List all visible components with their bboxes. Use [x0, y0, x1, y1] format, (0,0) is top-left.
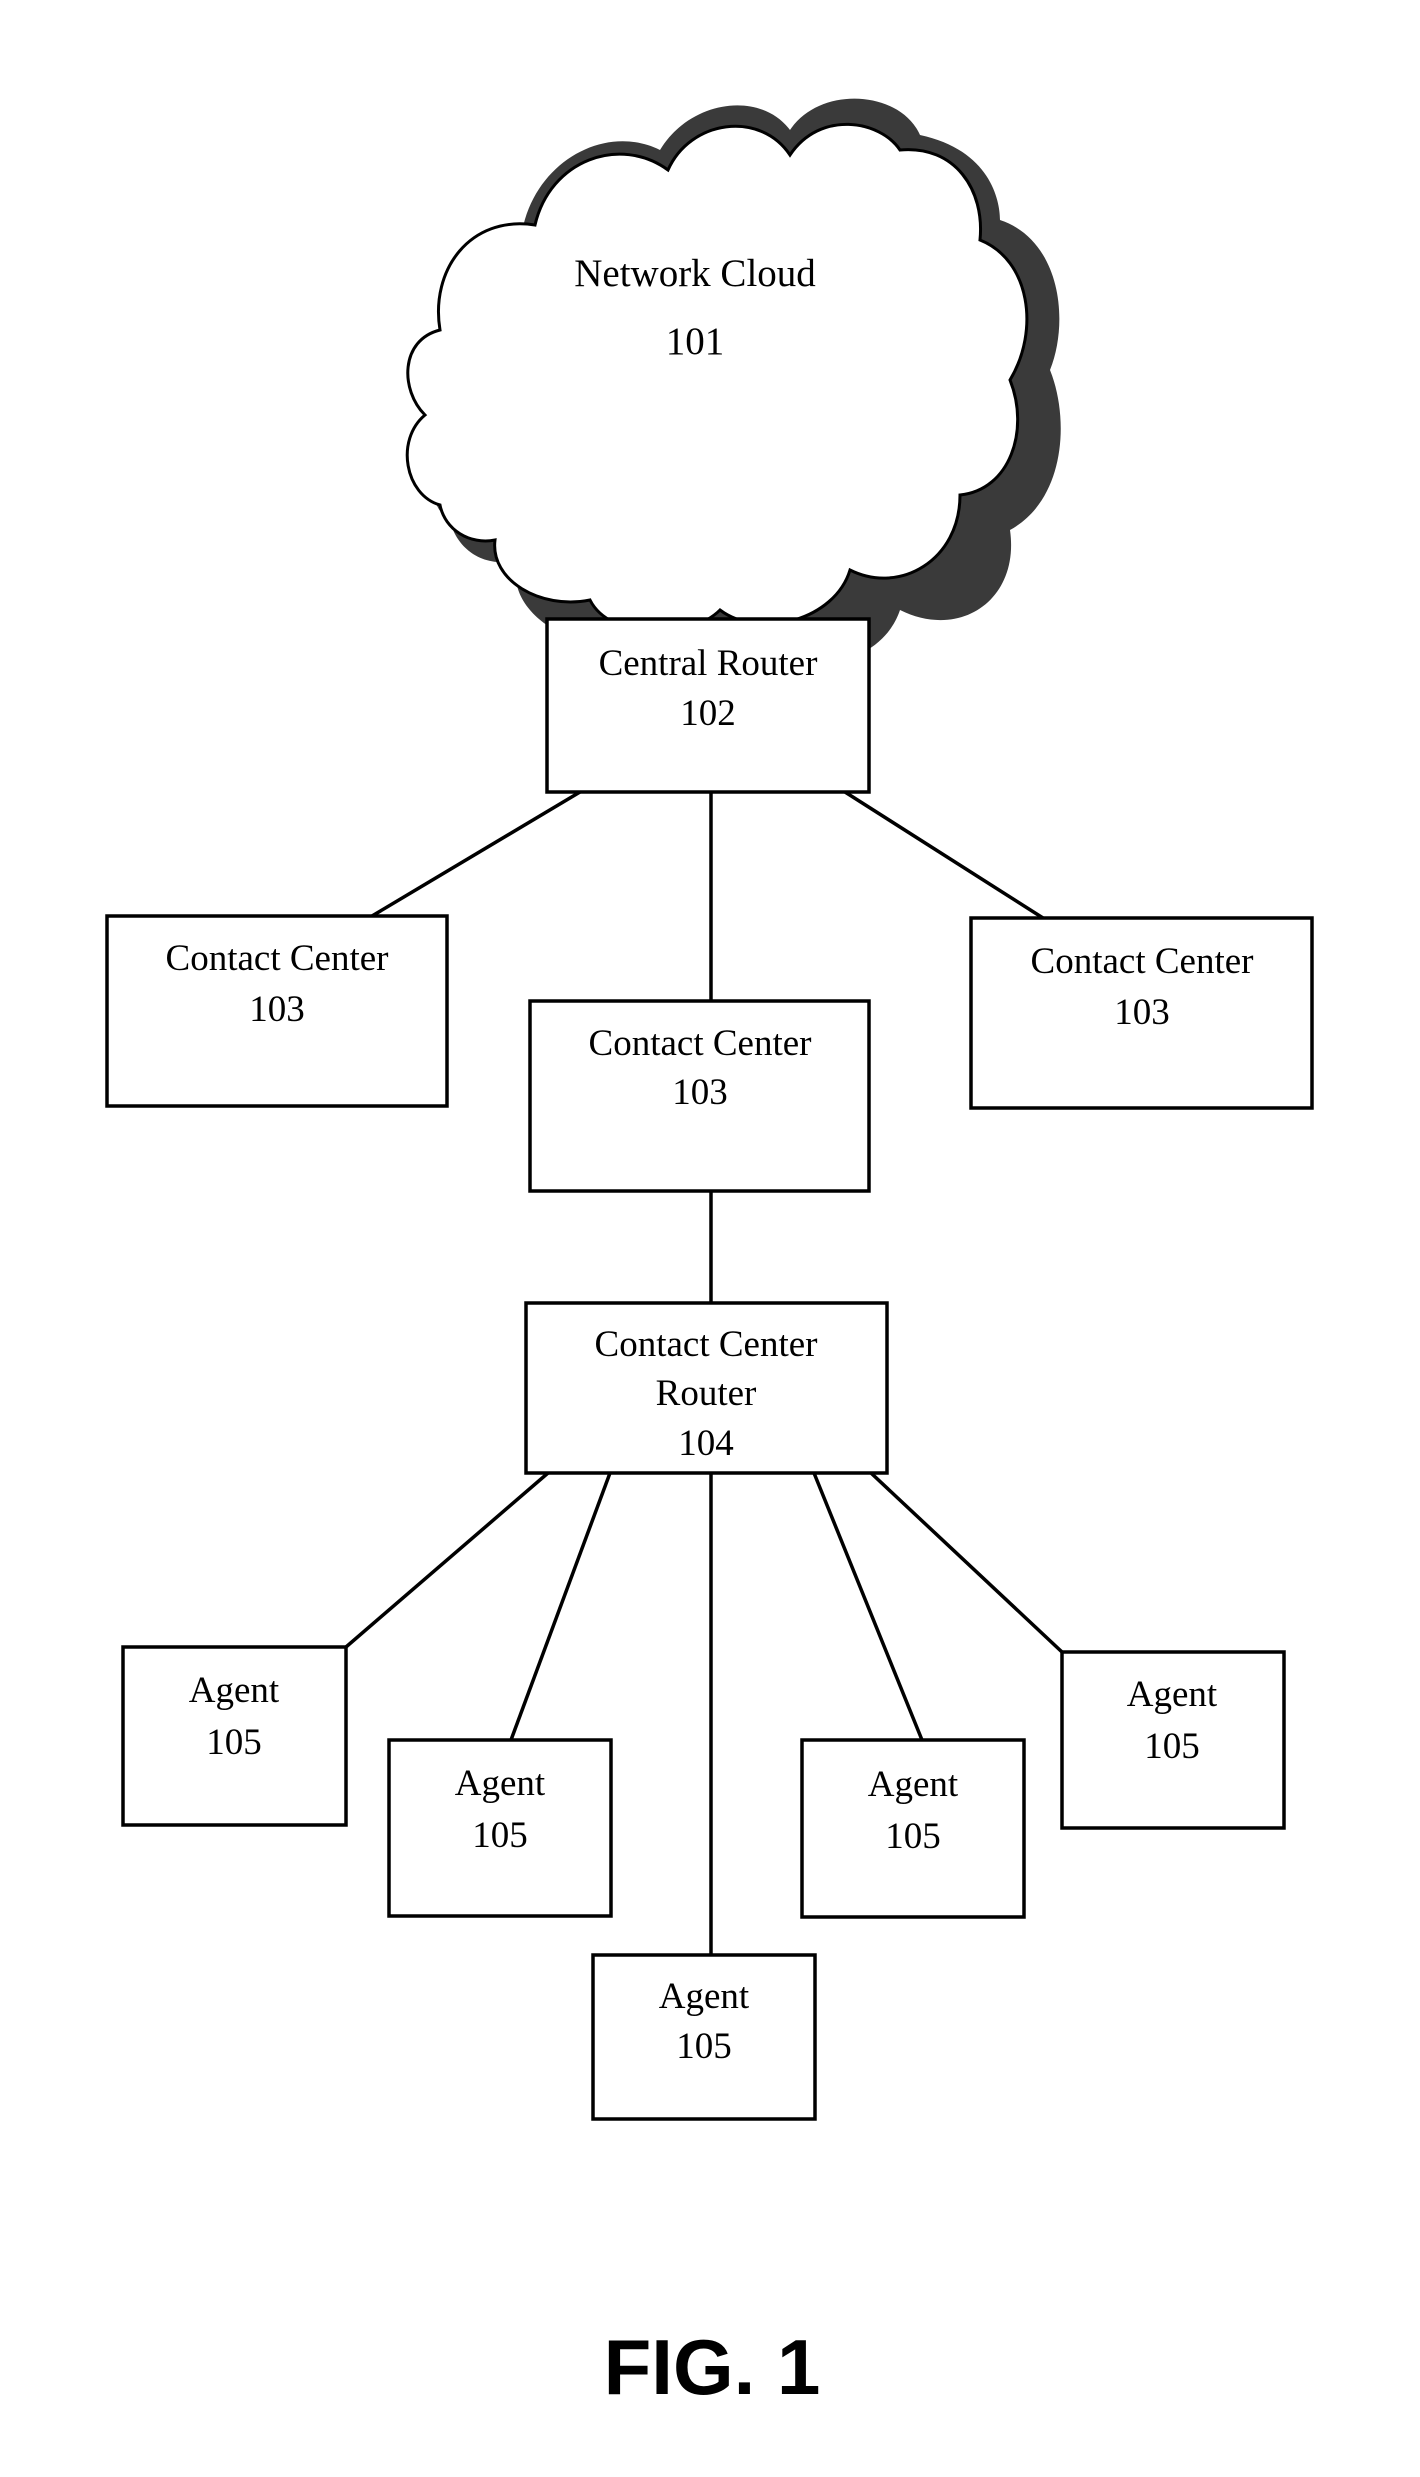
contact-center-middle-id: 103 [672, 1072, 728, 1113]
agent-2-title: Agent [455, 1763, 546, 1804]
contact-center-middle-node: Contact Center 103 [528, 999, 871, 1193]
edge-router-to-agent-2 [509, 1472, 612, 1741]
contact-center-router-node: Contact Center Router 104 [524, 1301, 889, 1475]
edge-router-to-agent-4 [812, 1472, 924, 1741]
agent-1-title: Agent [189, 1670, 280, 1711]
contact-center-router-title: Contact Center [595, 1324, 818, 1365]
agent-5-title: Agent [1127, 1674, 1218, 1715]
contact-center-right-title: Contact Center [1031, 941, 1254, 982]
network-diagram: Network Cloud 101 Central Router 102 Con… [105, 98, 1314, 2411]
edge-router-to-agent-5 [869, 1471, 1064, 1654]
agent-4-node: Agent 105 [800, 1738, 1026, 1919]
agent-3-id: 105 [676, 2026, 732, 2067]
agent-1-id: 105 [206, 1722, 262, 1763]
edge-router-to-agent-1 [344, 1471, 550, 1649]
central-router-title: Central Router [599, 643, 818, 684]
cloud-id: 101 [666, 320, 725, 363]
cloud-shape [405, 122, 1029, 633]
cloud-title: Network Cloud [574, 252, 816, 295]
agent-3-node: Agent 105 [591, 1953, 817, 2121]
agent-3-title: Agent [659, 1976, 750, 2017]
contact-center-right-id: 103 [1114, 992, 1170, 1033]
agent-2-node: Agent 105 [387, 1738, 613, 1918]
agent-4-title: Agent [868, 1764, 959, 1805]
contact-center-left-title: Contact Center [166, 938, 389, 979]
contact-center-router-subtitle: Router [656, 1373, 757, 1414]
central-router-node: Central Router 102 [545, 617, 871, 794]
network-cloud: Network Cloud 101 [405, 98, 1061, 667]
edge-central-router-to-contact-center-right [844, 790, 1044, 920]
contact-center-router-id: 104 [678, 1423, 734, 1464]
contact-center-right-node: Contact Center 103 [969, 916, 1314, 1110]
contact-center-left-node: Contact Center 103 [105, 914, 449, 1108]
central-router-id: 102 [680, 693, 736, 734]
edge-central-router-to-contact-center-left [371, 790, 581, 918]
contact-center-middle-title: Contact Center [589, 1023, 812, 1064]
agent-5-id: 105 [1144, 1726, 1200, 1767]
figure-label: FIG. 1 [604, 2323, 821, 2411]
agent-4-id: 105 [885, 1816, 941, 1857]
contact-center-left-id: 103 [249, 989, 305, 1030]
agent-1-node: Agent 105 [121, 1645, 348, 1827]
agent-5-node: Agent 105 [1060, 1650, 1286, 1830]
agent-2-id: 105 [472, 1815, 528, 1856]
